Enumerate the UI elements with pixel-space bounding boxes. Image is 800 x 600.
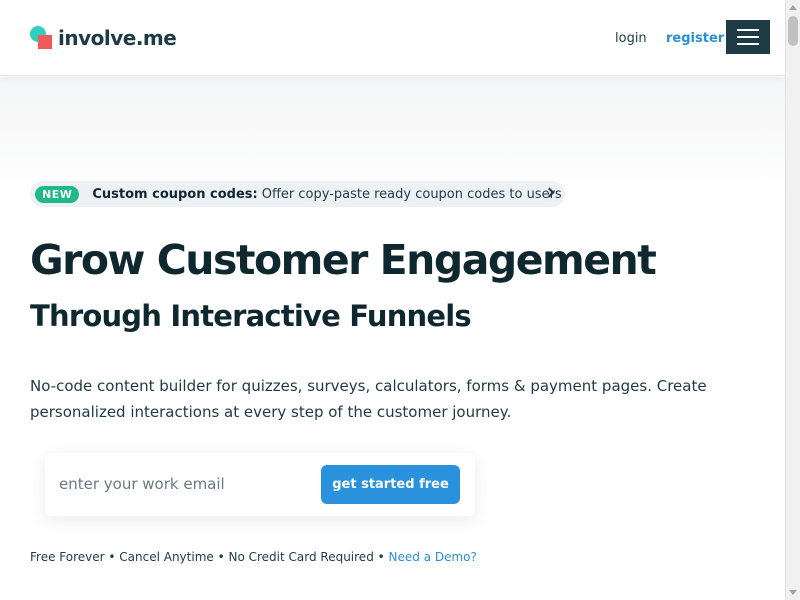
register-link[interactable]: register — [666, 31, 724, 46]
email-field[interactable] — [59, 469, 309, 499]
logo-icon — [30, 26, 54, 50]
footnote-text: Free Forever • Cancel Anytime • No Credi… — [30, 550, 385, 564]
logo[interactable]: involve.me — [30, 26, 177, 50]
page-title: Grow Customer Engagement — [30, 236, 657, 284]
site-header: involve.me login register — [0, 0, 785, 76]
page-subtitle: Through Interactive Funnels — [30, 299, 472, 333]
demo-link[interactable]: Need a Demo? — [389, 550, 477, 564]
hero-description: No-code content builder for quizzes, sur… — [30, 377, 707, 421]
vertical-scrollbar[interactable] — [785, 0, 800, 600]
signup-form: get started free — [45, 453, 475, 516]
login-link[interactable]: login — [615, 31, 647, 46]
hero-background — [0, 77, 785, 197]
scroll-down-icon[interactable] — [789, 590, 797, 595]
signup-footnote: Free Forever • Cancel Anytime • No Credi… — [30, 550, 477, 564]
announcement-banner[interactable]: NEW Custom coupon codes: Offer copy-past… — [30, 181, 565, 207]
scroll-up-icon[interactable] — [789, 5, 797, 10]
hamburger-menu-icon[interactable] — [726, 20, 770, 54]
announcement-text: Offer copy-paste ready coupon codes to u… — [261, 186, 562, 202]
new-badge: NEW — [35, 185, 80, 203]
get-started-button[interactable]: get started free — [321, 465, 460, 504]
announcement-title: Custom coupon codes: — [92, 186, 258, 202]
logo-text: involve.me — [58, 26, 177, 50]
scrollbar-thumb[interactable] — [788, 16, 798, 46]
